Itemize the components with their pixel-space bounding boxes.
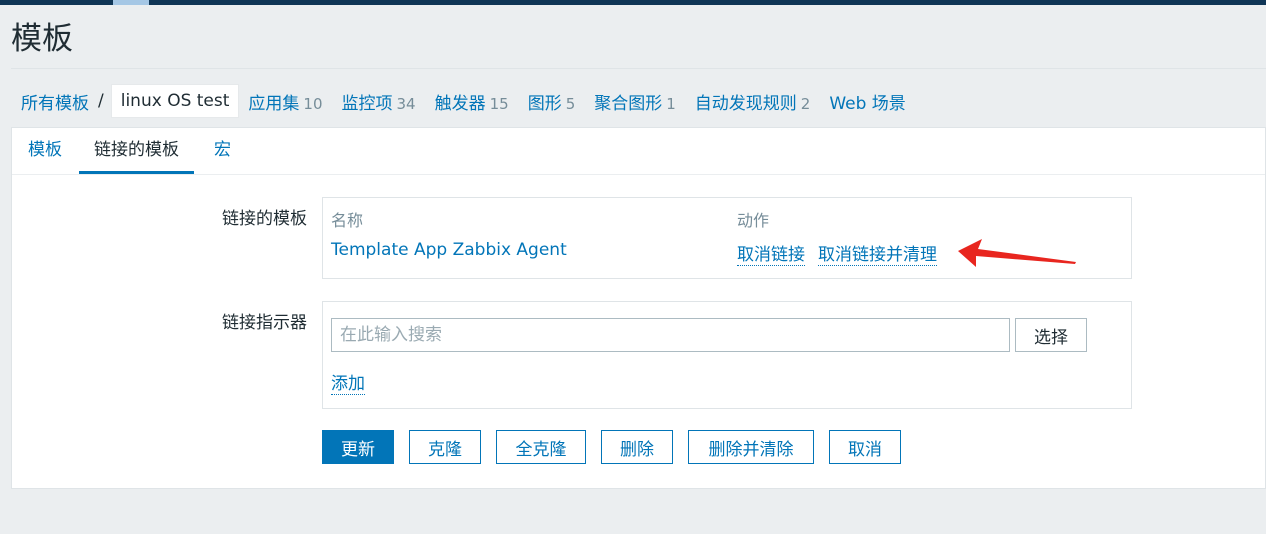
form-tabs: 模板 链接的模板 宏 bbox=[12, 128, 1265, 175]
breadcrumb-screens[interactable]: 聚合图形 1 bbox=[594, 89, 676, 114]
red-arrow-icon bbox=[958, 239, 1076, 267]
template-search-input[interactable] bbox=[331, 318, 1010, 352]
linked-templates-label: 链接的模板 bbox=[222, 209, 307, 229]
breadcrumb-separator: / bbox=[98, 91, 104, 111]
breadcrumb-triggers[interactable]: 触发器 15 bbox=[435, 89, 509, 114]
breadcrumb-graphs[interactable]: 图形 5 bbox=[528, 89, 576, 114]
delete-button[interactable]: 删除 bbox=[601, 430, 673, 464]
top-nav-active-marker bbox=[113, 0, 149, 5]
breadcrumb-items[interactable]: 监控项 34 bbox=[342, 89, 416, 114]
breadcrumb-all-templates[interactable]: 所有模板 bbox=[21, 89, 89, 114]
update-button[interactable]: 更新 bbox=[322, 430, 394, 464]
unlink-and-clear-button[interactable]: 取消链接并清理 bbox=[818, 240, 937, 266]
page-title: 模板 bbox=[11, 21, 73, 57]
full-clone-button[interactable]: 全克隆 bbox=[496, 430, 586, 464]
red-arrow-shape bbox=[958, 239, 1076, 267]
template-form-panel: 模板 链接的模板 宏 链接的模板 名称 动作 Template App Zabb… bbox=[11, 127, 1266, 489]
add-link-button[interactable]: 添加 bbox=[331, 369, 365, 395]
select-button[interactable]: 选择 bbox=[1015, 318, 1087, 352]
cancel-button[interactable]: 取消 bbox=[829, 430, 901, 464]
breadcrumb-web-scenarios[interactable]: Web 场景 bbox=[829, 89, 905, 114]
breadcrumb-current-template[interactable]: linux OS test bbox=[110, 84, 240, 118]
delete-and-clear-button[interactable]: 删除并清除 bbox=[688, 430, 814, 464]
linked-template-name-link[interactable]: Template App Zabbix Agent bbox=[331, 240, 567, 260]
clone-button[interactable]: 克隆 bbox=[409, 430, 481, 464]
link-indicator-box: 选择 添加 bbox=[322, 301, 1132, 409]
link-indicator-label: 链接指示器 bbox=[222, 313, 307, 333]
tab-template[interactable]: 模板 bbox=[28, 128, 62, 172]
column-header-name: 名称 bbox=[331, 211, 364, 230]
breadcrumb-discovery-rules[interactable]: 自动发现规则 2 bbox=[695, 89, 811, 114]
top-nav-bar bbox=[0, 0, 1266, 5]
header-divider bbox=[11, 68, 1266, 69]
tab-macros[interactable]: 宏 bbox=[214, 128, 231, 172]
breadcrumb: 所有模板 / linux OS test 应用集 10 监控项 34 触发器 15 图… bbox=[11, 84, 925, 118]
unlink-button[interactable]: 取消链接 bbox=[737, 240, 805, 266]
column-header-action: 动作 bbox=[737, 211, 770, 230]
breadcrumb-applications[interactable]: 应用集 10 bbox=[248, 89, 322, 114]
tab-linked-templates[interactable]: 链接的模板 bbox=[79, 128, 194, 174]
